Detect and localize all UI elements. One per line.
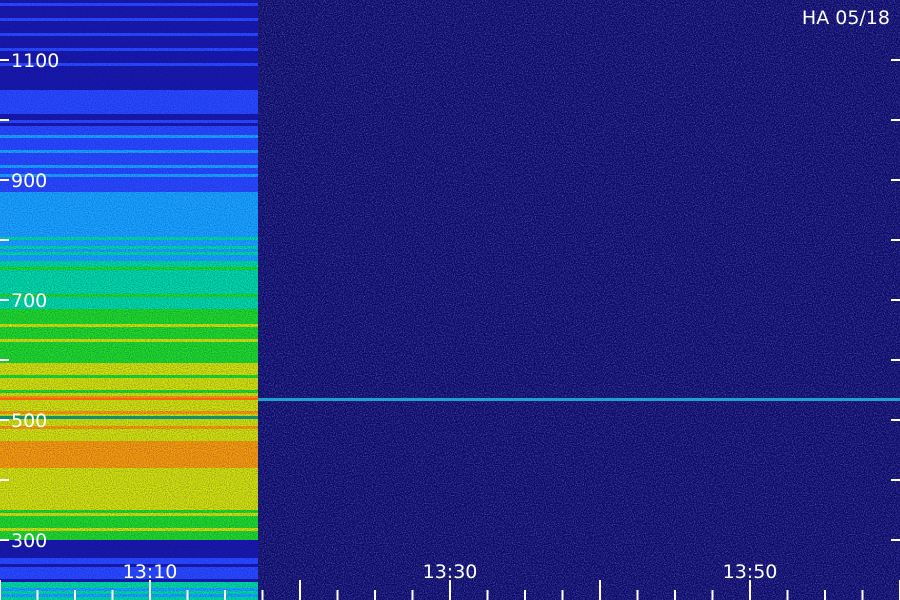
narrowband-line (258, 398, 900, 401)
corner-label: HA 05/18 (802, 7, 890, 29)
y-tick-label: 700 (11, 290, 47, 312)
y-tick-label: 300 (11, 530, 47, 552)
spectrogram-plot: 1100 900 700 500 300 13:10 13:30 13:50 HA 05/18 (0, 0, 900, 600)
x-tick-label: 13:50 (723, 561, 778, 583)
y-tick-label: 500 (11, 410, 47, 432)
narrowband-line-emission (0, 398, 258, 400)
region-quiet-grain (258, 0, 900, 600)
x-tick-label: 13:10 (123, 561, 178, 583)
spectrogram-chart: 1100 900 700 500 300 13:10 13:30 13:50 HA 05/18 (0, 0, 900, 600)
y-tick-label: 900 (11, 170, 47, 192)
spectrogram-background (0, 0, 900, 600)
y-tick-label: 1100 (11, 50, 59, 72)
x-tick-label: 13:30 (423, 561, 478, 583)
